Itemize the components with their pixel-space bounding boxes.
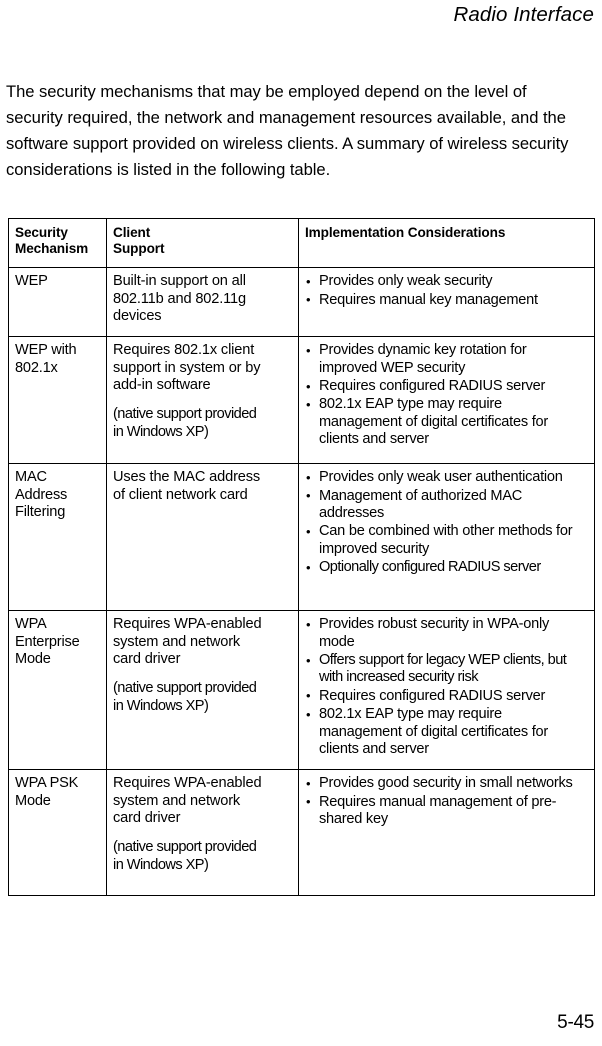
client-support-text: Requires WPA-enabled system and network … (113, 775, 262, 826)
list-item: 802.1x EAP type may require management o… (305, 396, 588, 448)
list-item: Provides good security in small networks (305, 775, 588, 793)
considerations-list: Provides good security in small networks… (305, 775, 588, 828)
client-support-note: (native support provided in Windows XP) (113, 406, 257, 440)
cell-client-support: Built-in support on all 802.11b and 802.… (106, 267, 299, 338)
column-header-line-2: Mechanism (15, 240, 89, 256)
cell-security-mechanism: WPA PSK Mode (8, 769, 107, 897)
list-item: Requires manual management of pre-shared… (305, 793, 588, 829)
cell-security-mechanism: WEP (8, 267, 107, 338)
wireless-security-table: Security Mechanism Client Support Implem… (8, 217, 595, 897)
considerations-list: Provides robust security in WPA-only mod… (305, 616, 588, 758)
cell-client-support: Uses the MAC address of client network c… (106, 463, 299, 612)
list-item: Provides dynamic key rotation for improv… (305, 342, 588, 377)
list-item: Provides only weak security (305, 273, 588, 291)
document-page: Radio Interface The security mechanisms … (0, 0, 602, 1046)
column-header-implementation-considerations: Implementation Considerations (298, 217, 595, 269)
cell-implementation-considerations: Provides only weak user authentication M… (298, 463, 595, 612)
client-support-note: (native support provided in Windows XP) (113, 680, 257, 714)
cell-security-mechanism: WEP with 802.1x (8, 336, 107, 465)
table-body: WEP Built-in support on all 802.11b and … (8, 267, 595, 897)
cell-security-mechanism: WPA Enterprise Mode (8, 610, 107, 771)
running-head: Radio Interface (453, 3, 594, 26)
page-number: 5-45 (557, 1012, 594, 1033)
cell-implementation-considerations: Provides good security in small networks… (298, 769, 595, 897)
column-header-security-mechanism: Security Mechanism (8, 217, 107, 269)
table-row: WEP with 802.1x Requires 802.1x client s… (8, 336, 595, 465)
table-row: WPA PSK Mode Requires WPA-enabled system… (8, 769, 595, 897)
cell-implementation-considerations: Provides dynamic key rotation for improv… (298, 336, 595, 465)
cell-client-support: Requires 802.1x client support in system… (106, 336, 299, 465)
list-item: Can be combined with other methods for i… (305, 523, 588, 558)
cell-implementation-considerations: Provides robust security in WPA-only mod… (298, 610, 595, 771)
table-header: Security Mechanism Client Support Implem… (8, 217, 595, 269)
list-item: Requires configured RADIUS server (305, 377, 588, 395)
cell-implementation-considerations: Provides only weak security Requires man… (298, 267, 595, 338)
table-header-row: Security Mechanism Client Support Implem… (8, 217, 595, 269)
column-header-client-support: Client Support (106, 217, 299, 269)
column-header-line-2: Support (113, 240, 165, 256)
list-item: 802.1x EAP type may require management o… (305, 706, 588, 758)
considerations-list: Provides only weak security Requires man… (305, 273, 588, 309)
list-item: Requires manual key management (305, 291, 588, 309)
cell-security-mechanism: MAC Address Filtering (8, 463, 107, 612)
client-support-text: Requires 802.1x client support in system… (113, 342, 261, 393)
list-item: Provides only weak user authentication (305, 469, 588, 487)
column-header-line-1: Client (113, 225, 151, 240)
list-item: Provides robust security in WPA-only mod… (305, 616, 588, 651)
list-item: Management of authorized MAC addresses (305, 487, 588, 523)
cell-client-support: Requires WPA-enabled system and network … (106, 610, 299, 771)
client-support-text: Uses the MAC address of client network c… (113, 469, 261, 503)
list-item: Offers support for legacy WEP clients, b… (305, 652, 588, 687)
table-row: MAC Address Filtering Uses the MAC addre… (8, 463, 595, 612)
considerations-list: Provides only weak user authentication M… (305, 469, 588, 577)
considerations-list: Provides dynamic key rotation for improv… (305, 342, 588, 448)
table-row: WEP Built-in support on all 802.11b and … (8, 267, 595, 338)
column-header-line-1: Security (15, 225, 68, 240)
column-header-line-1: Implementation Considerations (305, 225, 506, 240)
client-support-text: Built-in support on all 802.11b and 802.… (113, 273, 246, 324)
cell-client-support: Requires WPA-enabled system and network … (106, 769, 299, 897)
client-support-note: (native support provided in Windows XP) (113, 839, 257, 873)
list-item: Requires configured RADIUS server (305, 687, 588, 705)
list-item: Optionally configured RADIUS server (305, 559, 588, 577)
table-row: WPA Enterprise Mode Requires WPA-enabled… (8, 610, 595, 771)
body-paragraph: The security mechanisms that may be empl… (6, 81, 569, 180)
client-support-text: Requires WPA-enabled system and network … (113, 616, 262, 667)
